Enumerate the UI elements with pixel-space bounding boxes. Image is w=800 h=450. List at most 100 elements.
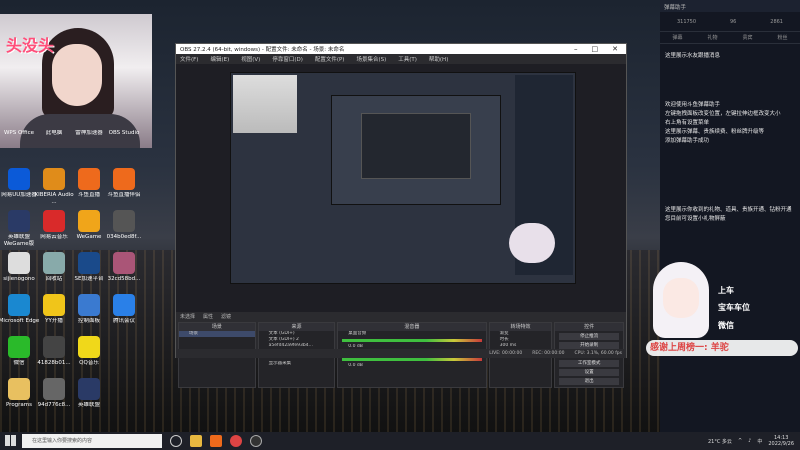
desktop-icon[interactable]: 腾讯会议 (102, 294, 146, 332)
sources-header: 来源 (258, 323, 335, 331)
menu-profile[interactable]: 配置文件(P) (315, 55, 345, 63)
tab-fans[interactable]: 粉丝 (777, 34, 787, 41)
app-icon (8, 252, 30, 274)
app-icon (8, 294, 30, 316)
panel-message: 左键拖拽面板改变位置，左键拉伸边框改变大小 (665, 111, 781, 117)
app-icon (113, 294, 135, 316)
clock-date[interactable]: 2022/9/26 (768, 441, 794, 447)
anime-avatar-overlay (645, 262, 715, 352)
preview-canvas (230, 72, 576, 284)
minimize-icon[interactable]: – (574, 45, 578, 53)
thanks-ticker: 感谢上周榜一: 羊驼 (646, 340, 798, 356)
maximize-icon[interactable]: □ (592, 45, 599, 53)
task-view-icon[interactable] (170, 435, 182, 447)
tab-danmaku[interactable]: 弹幕 (672, 34, 682, 41)
start-icon[interactable] (5, 435, 16, 446)
desktop-icon[interactable]: QQ音乐 (67, 336, 111, 374)
webcam-feed: 头没头 (0, 14, 152, 148)
app-icon (78, 210, 100, 232)
studio-mode-button[interactable]: 工作室模式 (559, 360, 619, 367)
app-icon (113, 210, 135, 232)
desktop-icon[interactable]: 英雄联盟 (67, 378, 111, 416)
tab-vip[interactable]: 贵宾 (742, 34, 752, 41)
menu-file[interactable]: 文件(F) (180, 55, 198, 63)
app-icon (8, 378, 30, 400)
stop-streaming-button[interactable]: 停止推流 (559, 333, 619, 340)
exit-button[interactable]: 退出 (559, 378, 619, 385)
desktop-icon-label: 腾讯会议 (112, 318, 135, 324)
desktop-icon-label: OBS Studio (108, 130, 140, 136)
scene-item[interactable]: 场景 (179, 331, 255, 337)
ime-icon[interactable]: 中 (757, 438, 762, 445)
file-explorer-icon[interactable] (190, 435, 202, 447)
mic-audio-meter (342, 358, 482, 361)
desktop-icon[interactable]: 034b0ed8f... (102, 210, 146, 248)
app-icon (43, 168, 65, 190)
tab-gifts[interactable]: 礼物 (707, 34, 717, 41)
weather-text[interactable]: 21°C 多云 (708, 438, 732, 445)
app-icon (43, 378, 65, 400)
chrome-icon[interactable] (230, 435, 242, 447)
desktop-icon[interactable]: 斗鱼直播伴侣 (102, 168, 146, 206)
panel-message: 这里展示你收到的礼物、道具、贵族开通、钻粉开通 (665, 207, 792, 213)
source-item[interactable]: 显示器采集 (259, 361, 335, 367)
stat-gifts: 96 (729, 18, 737, 25)
rec-timer: REC: 00:00:00 (532, 351, 565, 356)
menu-scene-collection[interactable]: 场景集合(S) (356, 55, 386, 63)
app-icon (8, 168, 30, 190)
panel-message: 添加弹幕助手成功 (665, 138, 710, 144)
menu-help[interactable]: 帮助(H) (429, 55, 448, 63)
preview-webcam (233, 75, 297, 133)
taskbar-search-input[interactable]: 在这里输入你要搜索的内容 (22, 434, 162, 448)
stat-viewers: 311750 (676, 18, 697, 25)
live-timer: LIVE: 00:00:00 (489, 351, 523, 356)
webcam-overlay-text: 头没头 (6, 36, 55, 55)
controls-header: 控件 (555, 323, 623, 331)
settings-button[interactable]: 设置 (559, 369, 619, 376)
panel-message: 这里展示水友跟播消息 (665, 53, 721, 59)
desktop-icon[interactable]: 32cd58bd... (102, 252, 146, 290)
app-icon (43, 336, 65, 358)
filters-button[interactable]: 滤镜 (221, 313, 231, 320)
start-recording-button[interactable]: 开始录制 (559, 342, 619, 349)
menu-docks[interactable]: 停靠窗口(D) (272, 55, 303, 63)
properties-button[interactable]: 属性 (203, 313, 213, 320)
volume-icon[interactable]: ♪ (748, 438, 751, 444)
desktop-icon-label: 32cd58bd... (107, 276, 141, 282)
panel-message: 您目前可设置小礼物屏蔽 (665, 216, 726, 222)
tray-arrow-icon[interactable]: ^ (738, 438, 742, 444)
menu-edit[interactable]: 编辑(E) (210, 55, 229, 63)
obs-preview[interactable] (176, 64, 626, 312)
preview-recursive-window-inner (361, 113, 471, 179)
menu-tools[interactable]: 工具(T) (398, 55, 417, 63)
panel-tabs: 弹幕 礼物 贵宾 粉丝 (660, 32, 800, 44)
stat-fans: 2861 (770, 18, 783, 25)
desktop-audio-meter (342, 339, 482, 342)
app-icon (8, 210, 30, 232)
obs-title: OBS 27.2.4 (64-bit, windows) - 配置文件: 未命名… (180, 47, 345, 53)
app-icon (78, 378, 100, 400)
panel-title: 弹幕助手 (660, 0, 800, 12)
desktop: 头没头 WPS Office 此电脑 雷神加速器 OBS Studio 网易UU加速器 X… (0, 0, 800, 432)
app-icon (113, 168, 135, 190)
system-tray: 21°C 多云 ^ ♪ 中 14:13 2022/9/26 (708, 435, 800, 447)
app-icon (78, 168, 100, 190)
panel-message: 欢迎使用斗鱼弹幕助手 (665, 102, 721, 108)
menu-view[interactable]: 视图(V) (241, 55, 260, 63)
obs-titlebar[interactable]: OBS 27.2.4 (64-bit, windows) - 配置文件: 未命名… (176, 44, 626, 54)
mixer-db-mic: 0.0 dB (348, 363, 363, 368)
obs-statusbar: LIVE: 00:00:00 REC: 00:00:00 CPU: 3.1%, … (176, 349, 626, 358)
obs-window[interactable]: OBS 27.2.4 (64-bit, windows) - 配置文件: 未命名… (175, 43, 627, 388)
douyu-taskbar-icon[interactable] (210, 435, 222, 447)
app-icon (8, 336, 30, 358)
obs-taskbar-icon[interactable] (250, 435, 262, 447)
panel-message: 右上角有设置菜单 (665, 120, 710, 126)
scene-toolbar: 未选择 属性 滤镜 (176, 312, 626, 320)
gift-label: 宝车车位 (718, 303, 750, 312)
app-icon (78, 294, 100, 316)
desktop-icon[interactable]: OBS Studio (102, 130, 146, 144)
panel-message: 这里展示弹幕、贵族续费、粉丝牌升级等 (665, 129, 765, 135)
danmaku-panel[interactable]: 弹幕助手 311750 96 2861 弹幕 礼物 贵宾 粉丝 这里展示水友跟播… (660, 0, 800, 432)
gift-label: 微信 (718, 321, 734, 330)
close-icon[interactable]: ✕ (612, 45, 618, 53)
